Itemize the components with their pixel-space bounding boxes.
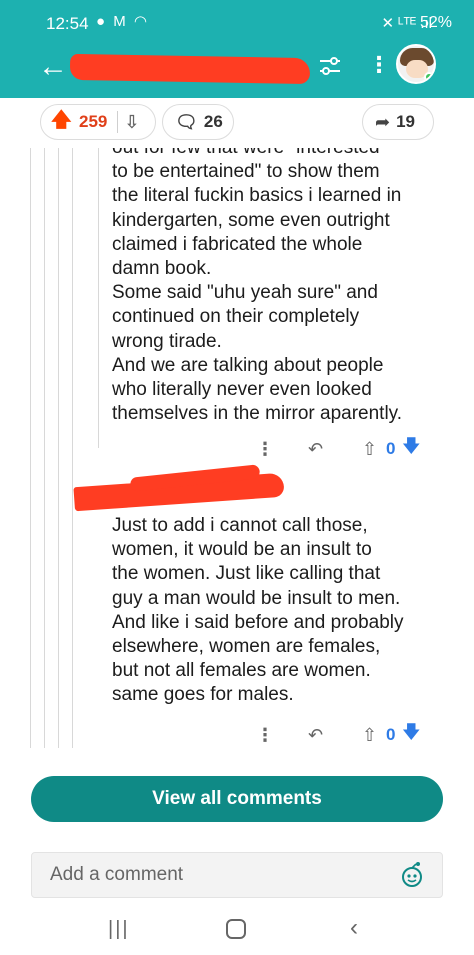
thread-line: [44, 148, 45, 748]
downvote-icon[interactable]: 🡇: [402, 720, 421, 750]
comment-score: 0: [386, 725, 396, 744]
comments-button[interactable]: 🗨 26: [162, 104, 234, 140]
post-header: ← ⋮: [0, 44, 474, 98]
back-arrow-icon[interactable]: ←: [38, 52, 68, 82]
system-nav-bar: ||| ‹: [0, 906, 474, 955]
comment-actions: ⋮ ↶ ⇧ 0 🡇: [256, 434, 446, 464]
add-comment-field[interactable]: Add a comment: [31, 852, 443, 898]
status-bar: 12:54 ● M ◠ ✕ ᴸᵀᴱ .ıl 52%: [0, 0, 474, 44]
comment-body: Just to add i cannot call those, women, …: [112, 515, 404, 706]
online-status-icon: [424, 72, 434, 82]
thread-line: [30, 148, 31, 748]
home-icon[interactable]: [226, 919, 246, 939]
redacted-title: [69, 53, 311, 85]
upvote-icon[interactable]: ⇧: [362, 725, 382, 746]
recent-apps-icon[interactable]: |||: [108, 918, 130, 941]
snoo-emoji-icon[interactable]: [398, 861, 426, 889]
thread-line: [72, 148, 73, 748]
reply-icon[interactable]: ↶: [308, 439, 348, 460]
comment-icon: 🗨: [175, 111, 198, 132]
add-comment-placeholder: Add a comment: [50, 864, 184, 885]
comment-thread: out for few that were "interested to be …: [0, 148, 474, 758]
downvote-icon[interactable]: ⇩: [124, 112, 139, 133]
share-count: 19: [396, 112, 416, 131]
status-time: 12:54: [46, 14, 89, 33]
upvote-icon[interactable]: ⇧: [362, 439, 382, 460]
downvote-icon[interactable]: 🡇: [402, 434, 421, 464]
share-icon: ➦: [375, 111, 391, 132]
view-all-comments-button[interactable]: View all comments: [31, 776, 443, 822]
post-action-bar: 🡅 259 ⇩ 🗨 26 ➦ 19: [0, 98, 474, 148]
more-icon[interactable]: ⋮: [256, 439, 286, 460]
sliders-icon[interactable]: [318, 54, 342, 78]
thread-line: [98, 148, 99, 448]
more-icon[interactable]: ⋮: [256, 725, 286, 746]
top-bar: 12:54 ● M ◠ ✕ ᴸᵀᴱ .ıl 52% ← ⋮: [0, 0, 474, 98]
vote-control: 🡅 259 ⇩: [40, 104, 156, 140]
thread-line: [58, 148, 59, 748]
back-icon[interactable]: ‹: [350, 914, 358, 942]
comment-count: 26: [203, 112, 223, 131]
avatar[interactable]: [396, 44, 436, 84]
comment-body: out for few that were "interested to be …: [112, 148, 403, 425]
comment-actions: ⋮ ↶ ⇧ 0 🡇: [256, 720, 446, 750]
more-icon[interactable]: ⋮: [368, 52, 390, 78]
upvote-icon[interactable]: 🡅: [51, 105, 75, 139]
upvote-count: 259: [79, 112, 108, 131]
share-button[interactable]: ➦ 19: [362, 104, 434, 140]
battery-level: 52%: [419, 14, 452, 31]
reply-icon[interactable]: ↶: [308, 725, 348, 746]
comment-score: 0: [386, 439, 396, 458]
notification-icons: ● M ◠: [96, 13, 149, 30]
